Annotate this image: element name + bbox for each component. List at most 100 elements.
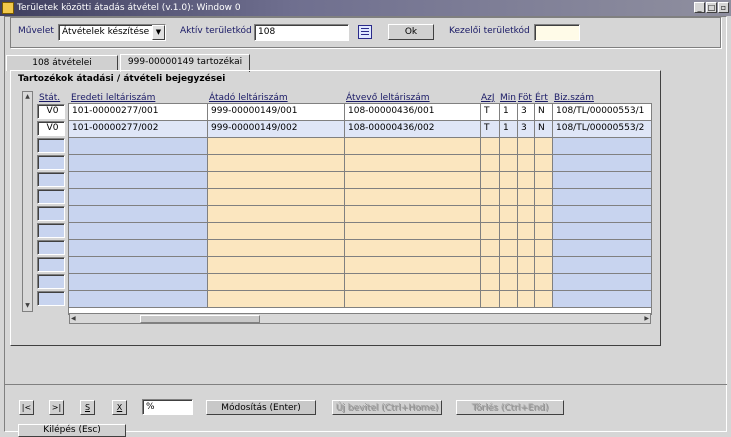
table-cell-atvevo[interactable]: 108-00000436/001 [345, 104, 481, 121]
table-cell-atado[interactable] [208, 257, 345, 274]
table-cell-biz[interactable] [553, 274, 651, 291]
table-cell-fot[interactable] [518, 257, 535, 274]
last-record-button[interactable]: >| [49, 400, 64, 415]
table-cell-azj[interactable] [481, 291, 500, 308]
search-input[interactable]: % [142, 399, 193, 415]
table-cell-atado[interactable]: 999-00000149/002 [208, 121, 345, 138]
table-cell-atado[interactable] [208, 274, 345, 291]
table-cell-fot[interactable] [518, 223, 535, 240]
table-cell-atvevo[interactable] [345, 155, 481, 172]
table-cell-atado[interactable] [208, 206, 345, 223]
kezeloi-teruletkod-input[interactable] [534, 24, 580, 41]
table-cell-biz[interactable] [553, 189, 651, 206]
table-cell-biz[interactable]: 108/TL/00000553/2 [553, 121, 651, 138]
table-cell-eredeti[interactable]: 101-00000277/002 [69, 121, 208, 138]
table-cell-min[interactable] [500, 138, 518, 155]
table-cell-eredeti[interactable]: 101-00000277/001 [69, 104, 208, 121]
table-cell-ert[interactable] [535, 172, 553, 189]
table-cell-atado[interactable] [208, 172, 345, 189]
table-cell-azj[interactable] [481, 274, 500, 291]
table-cell-atvevo[interactable] [345, 291, 481, 308]
table-cell-azj[interactable] [481, 240, 500, 257]
table-cell-biz[interactable]: 108/TL/00000553/1 [553, 104, 651, 121]
table-cell-biz[interactable] [553, 138, 651, 155]
modositas-button[interactable]: Módosítás (Enter) [206, 400, 316, 415]
table-cell-biz[interactable] [553, 257, 651, 274]
table-cell-ert[interactable]: N [535, 104, 553, 121]
table-cell-fot[interactable] [518, 206, 535, 223]
table-cell-ert[interactable] [535, 138, 553, 155]
status-cell[interactable] [37, 274, 65, 289]
minimize-button[interactable]: _ [694, 2, 705, 13]
scroll-down-icon[interactable]: ▼ [23, 301, 32, 311]
table-cell-fot[interactable] [518, 291, 535, 308]
status-cell[interactable]: V0 [37, 104, 65, 119]
table-cell-biz[interactable] [553, 155, 651, 172]
scroll-thumb[interactable] [140, 315, 260, 323]
table-cell-atado[interactable] [208, 240, 345, 257]
table-cell-atvevo[interactable] [345, 223, 481, 240]
status-cell[interactable] [37, 240, 65, 255]
table-cell-eredeti[interactable] [69, 172, 208, 189]
table-cell-fot[interactable] [518, 155, 535, 172]
table-cell-ert[interactable]: N [535, 121, 553, 138]
tab-108-atvetelei[interactable]: 108 átvételei [6, 55, 118, 71]
table-cell-eredeti[interactable] [69, 223, 208, 240]
table-cell-eredeti[interactable] [69, 138, 208, 155]
muvelet-select[interactable]: Átvételek készítése [58, 24, 166, 41]
table-cell-min[interactable] [500, 206, 518, 223]
aktiv-teruletkod-input[interactable]: 108 [254, 24, 349, 41]
table-cell-eredeti[interactable] [69, 206, 208, 223]
uj-bevitel-button[interactable]: Új bevitel (Ctrl+Home) [332, 400, 442, 415]
table-cell-azj[interactable] [481, 138, 500, 155]
table-cell-min[interactable] [500, 274, 518, 291]
table-cell-fot[interactable] [518, 172, 535, 189]
table-cell-min[interactable]: 1 [500, 104, 518, 121]
scroll-up-icon[interactable]: ▲ [23, 92, 32, 102]
table-cell-atado[interactable] [208, 189, 345, 206]
cancel-button[interactable]: X [112, 400, 127, 415]
table-cell-ert[interactable] [535, 206, 553, 223]
table-cell-fot[interactable] [518, 274, 535, 291]
table-cell-min[interactable] [500, 291, 518, 308]
table-cell-min[interactable] [500, 240, 518, 257]
status-cell[interactable] [37, 172, 65, 187]
torles-button[interactable]: Törlés (Ctrl+End) [456, 400, 564, 415]
table-cell-atado[interactable] [208, 223, 345, 240]
table-cell-eredeti[interactable] [69, 189, 208, 206]
table-cell-biz[interactable] [553, 172, 651, 189]
status-cell[interactable] [37, 206, 65, 221]
table-cell-azj[interactable] [481, 155, 500, 172]
table-cell-fot[interactable] [518, 240, 535, 257]
table-cell-atvevo[interactable] [345, 274, 481, 291]
table-cell-min[interactable] [500, 155, 518, 172]
status-cell[interactable]: V0 [37, 121, 65, 136]
table-cell-biz[interactable] [553, 240, 651, 257]
table-cell-min[interactable] [500, 172, 518, 189]
table-cell-atvevo[interactable] [345, 257, 481, 274]
table-cell-fot[interactable]: 3 [518, 121, 535, 138]
ok-button[interactable]: Ok [388, 24, 434, 40]
table-cell-biz[interactable] [553, 206, 651, 223]
table-cell-ert[interactable] [535, 240, 553, 257]
status-cell[interactable] [37, 138, 65, 153]
table-cell-azj[interactable] [481, 223, 500, 240]
table-cell-azj[interactable] [481, 206, 500, 223]
status-cell[interactable] [37, 189, 65, 204]
table-cell-atado[interactable] [208, 291, 345, 308]
table-cell-ert[interactable] [535, 189, 553, 206]
table-cell-atvevo[interactable] [345, 138, 481, 155]
table-cell-atvevo[interactable] [345, 240, 481, 257]
kilepes-button[interactable]: Kilépés (Esc) [18, 424, 126, 437]
table-cell-ert[interactable] [535, 274, 553, 291]
save-button[interactable]: S [80, 400, 95, 415]
table-cell-min[interactable] [500, 189, 518, 206]
status-cell[interactable] [37, 257, 65, 272]
table-cell-ert[interactable] [535, 155, 553, 172]
table-cell-min[interactable]: 1 [500, 121, 518, 138]
table-cell-azj[interactable] [481, 172, 500, 189]
maximize-button[interactable]: □ [706, 2, 717, 13]
table-cell-biz[interactable] [553, 223, 651, 240]
table-cell-fot[interactable] [518, 138, 535, 155]
table-cell-atado[interactable]: 999-00000149/001 [208, 104, 345, 121]
